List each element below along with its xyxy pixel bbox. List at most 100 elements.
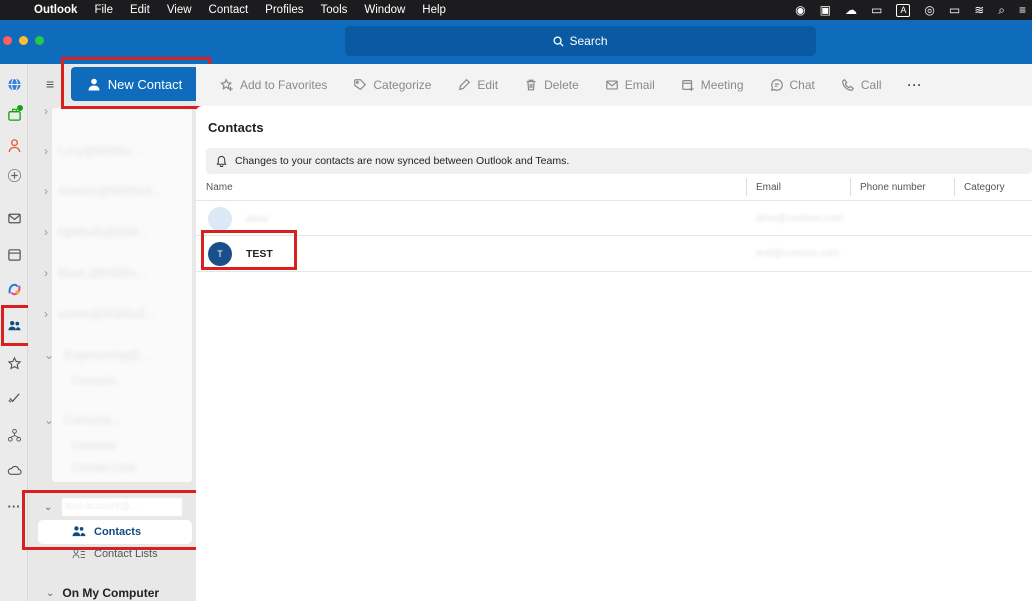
folder-account-1[interactable]: › Lucy@M365x... (44, 144, 184, 158)
calendar-add-icon (681, 80, 694, 92)
menu-window[interactable]: Window (364, 4, 405, 16)
email-label: Email (624, 78, 655, 92)
column-divider[interactable] (850, 178, 851, 196)
on-my-computer-label: On My Computer (62, 586, 160, 600)
hamburger-menu-icon[interactable]: ≡ (46, 76, 54, 92)
meeting-button[interactable]: Meeting (681, 78, 744, 92)
folder-account-5[interactable]: › admin@M365x5... (44, 307, 184, 321)
chevron-right-icon: › (44, 266, 48, 280)
menu-help[interactable]: Help (422, 4, 446, 16)
menu-app-outlook[interactable]: Outlook (34, 4, 77, 16)
user-icon[interactable]: ◎ (924, 3, 934, 17)
person-icon[interactable] (3, 134, 25, 156)
star-icon[interactable] (3, 352, 25, 374)
macos-menu-bar: Outlook File Edit View Contact Profiles … (0, 0, 1032, 20)
menu-profiles[interactable]: Profiles (265, 4, 303, 16)
chevron-right-icon: › (44, 307, 48, 321)
chevron-right-icon: › (44, 104, 48, 118)
folder-sub-contact-lists[interactable]: Contact Lists (72, 462, 136, 474)
column-divider[interactable] (954, 178, 955, 196)
folder-account-6[interactable]: ⌄ Engineering@... (44, 348, 184, 362)
highlight-test-contact (201, 230, 297, 270)
folder-account-4[interactable]: › BlueL@M365x... (44, 266, 184, 280)
status-tray: ◉ ▣ ☁ ▭ A ◎ ▭ ≋ ⌕ ≡ (795, 0, 1032, 20)
column-header-phone[interactable]: Phone number (860, 176, 926, 198)
page-title: Contacts (208, 120, 264, 135)
presence-dot (17, 105, 23, 111)
briefcase-icon[interactable] (3, 103, 25, 125)
star-add-icon (220, 78, 233, 92)
contact-name: Alexi (246, 213, 269, 225)
search-label: Search (569, 34, 608, 48)
camera-icon[interactable]: ◉ (795, 3, 805, 17)
column-header-name[interactable]: Name (206, 176, 233, 198)
mail-icon[interactable] (3, 207, 25, 229)
column-header-category[interactable]: Category (964, 176, 1005, 198)
battery-icon[interactable]: ▭ (949, 3, 960, 17)
minimize-window-button[interactable] (19, 36, 28, 45)
highlight-new-contact (61, 57, 211, 109)
chat-icon (770, 79, 783, 92)
more-options-icon: ··· (907, 78, 923, 92)
command-toolbar: Add to Favorites Categorize Edit Delete … (196, 64, 1032, 106)
onedrive-icon[interactable] (3, 459, 25, 481)
menu-contact[interactable]: Contact (209, 4, 249, 16)
checkmark-icon[interactable] (3, 386, 25, 408)
trash-icon (526, 79, 536, 91)
chat-button[interactable]: Chat (770, 78, 815, 92)
search-box[interactable]: Search (345, 26, 816, 56)
cloud-icon[interactable]: ☁ (845, 3, 857, 17)
wifi-icon[interactable]: ≋ (974, 3, 984, 17)
avatar (208, 207, 232, 231)
contact-email: test@contoso.com (756, 248, 839, 259)
folder-account-2[interactable]: › AdeleV@M365x8... (44, 184, 184, 198)
folder-sub-contacts-2[interactable]: Contacts (72, 440, 115, 452)
calendar-icon[interactable] (3, 243, 25, 265)
chevron-right-icon: › (44, 225, 48, 239)
search-icon[interactable]: ⌕ (998, 3, 1005, 18)
zoom-window-button[interactable] (35, 36, 44, 45)
delete-button[interactable]: Delete (524, 78, 579, 92)
copilot-icon[interactable] (3, 278, 25, 300)
sync-info-text: Changes to your contacts are now synced … (235, 155, 570, 167)
sync-info-banner: Changes to your contacts are now synced … (206, 148, 1032, 174)
edit-button[interactable]: Edit (457, 78, 498, 92)
call-button[interactable]: Call (841, 78, 882, 92)
email-button[interactable]: Email (605, 78, 655, 92)
add-to-favorites-button[interactable]: Add to Favorites (220, 78, 327, 92)
contact-row[interactable]: T TEST test@contoso.com (196, 236, 1032, 272)
contact-email: alexi@contoso.com (756, 213, 844, 224)
teams-icon[interactable]: ▣ (820, 3, 831, 17)
delete-label: Delete (544, 78, 579, 92)
chevron-down-icon: ⌄ (44, 348, 55, 362)
bell-icon (216, 155, 227, 167)
chevron-right-icon: › (44, 144, 48, 158)
contact-row[interactable]: Alexi alexi@contoso.com (196, 200, 1032, 236)
more-options-button[interactable]: ··· (908, 78, 923, 92)
add-icon[interactable] (3, 164, 25, 186)
menu-tools[interactable]: Tools (321, 4, 348, 16)
meeting-label: Meeting (700, 78, 744, 92)
pencil-icon (459, 78, 471, 91)
menu-file[interactable]: File (94, 4, 113, 16)
org-chart-icon[interactable] (3, 424, 25, 446)
folder-account-7[interactable]: ⌄ Contacts... (44, 413, 184, 427)
edit-label: Edit (477, 78, 499, 92)
chevron-right-icon: › (44, 184, 48, 198)
close-window-button[interactable] (3, 36, 12, 45)
nav-contact-lists[interactable]: Contact Lists (72, 548, 158, 560)
control-center-icon[interactable]: ≡ (1019, 3, 1026, 17)
menu-edit[interactable]: Edit (130, 4, 150, 16)
column-divider[interactable] (746, 178, 747, 196)
menu-view[interactable]: View (167, 4, 192, 16)
globe-icon[interactable] (3, 73, 25, 95)
folder-sub-contacts-1[interactable]: Contacts (72, 375, 115, 387)
search-icon (553, 35, 565, 47)
display-icon[interactable]: ▭ (871, 3, 882, 17)
folder-account-3[interactable]: › lightbulb@M36... (44, 225, 184, 239)
contact-list-icon (72, 549, 85, 559)
column-header-email[interactable]: Email (756, 176, 781, 198)
categorize-button[interactable]: Categorize (353, 78, 431, 92)
on-my-computer-section[interactable]: ⌄ On My Computer (46, 586, 159, 600)
input-source-icon[interactable]: A (896, 3, 911, 17)
